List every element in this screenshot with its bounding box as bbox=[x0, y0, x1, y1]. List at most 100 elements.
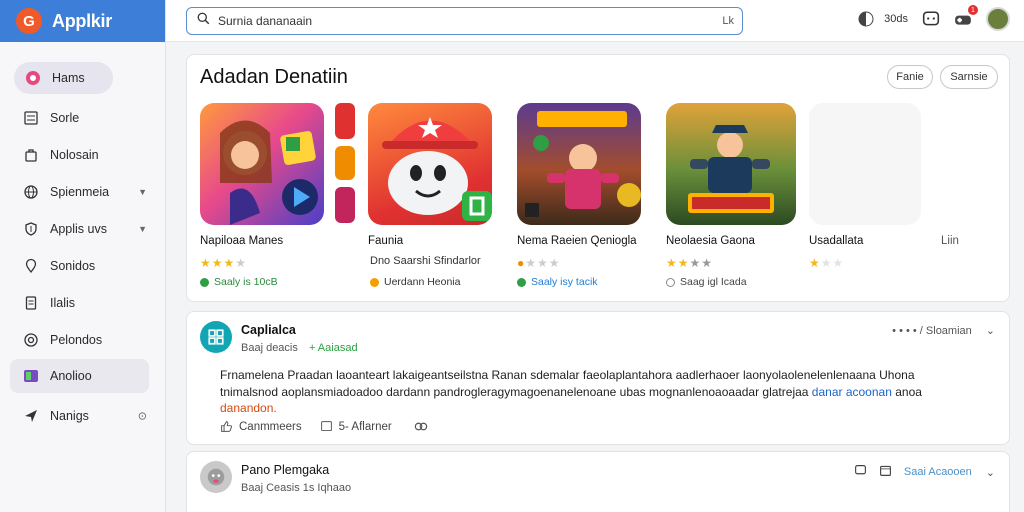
tv-icon bbox=[22, 367, 40, 385]
counter-label: 30ds bbox=[884, 13, 908, 25]
grid-logo-icon bbox=[208, 329, 224, 345]
sidebar-item-pelondos[interactable]: Pelondos bbox=[0, 322, 165, 358]
sort-button[interactable]: Sarnsie bbox=[940, 65, 998, 89]
game-status: Saag igl Icada bbox=[666, 276, 747, 288]
featured-card: Adadan Denatiin Fanie Sarnsie Napiloaa M… bbox=[186, 54, 1010, 302]
sidebar-item-label: Pelondos bbox=[50, 333, 103, 347]
sidebar-item-label: Sonidos bbox=[50, 259, 96, 273]
share-button[interactable]: 5- Aflarner bbox=[320, 420, 392, 433]
sidebar-item-nolosain[interactable]: Nolosain bbox=[0, 137, 165, 173]
game-tile-image bbox=[200, 103, 324, 225]
brand-header[interactable]: G Applkir bbox=[0, 0, 165, 42]
sidebar-item-nanigs[interactable]: Nanigs ⊙ bbox=[0, 398, 165, 434]
post-meta: Baaj Ceasis 1s Iqhaao bbox=[241, 482, 352, 494]
game-title[interactable]: Liin bbox=[941, 235, 959, 247]
sidebar-item-hams[interactable]: Hams bbox=[14, 62, 113, 94]
sidebar-item-label: Spienmeia bbox=[50, 185, 110, 199]
post-actions: Canmmeers 5- Aflarner bbox=[220, 420, 456, 433]
sidebar-item-label: Ilalis bbox=[50, 296, 76, 310]
half-circle-icon bbox=[858, 11, 874, 27]
face-icon bbox=[207, 468, 225, 486]
gamepad-icon bbox=[24, 69, 42, 87]
pin-icon bbox=[22, 257, 40, 275]
game-carousel: Napiloaa Manes ★★★★ Saaly is 10cB Faunia… bbox=[187, 103, 1011, 293]
sidebar-item-ilalis[interactable]: Ilalis bbox=[0, 285, 165, 321]
globe-icon bbox=[22, 183, 40, 201]
rating-stars: ★★★ bbox=[809, 256, 845, 270]
topbar: Lk 30ds 1 bbox=[166, 0, 1024, 42]
comment-box-icon bbox=[320, 421, 332, 432]
sidebar-item-anolioo[interactable]: Anolioo bbox=[10, 359, 149, 393]
chevron-down-icon[interactable]: ▼ bbox=[138, 224, 147, 234]
game-status: Saaly is 10cB bbox=[200, 276, 278, 288]
post-menu[interactable]: • • • • / Sloamian ⌄ bbox=[892, 324, 995, 338]
sidebar-item-label: Anolioo bbox=[50, 369, 92, 383]
post-author[interactable]: Caplialca bbox=[241, 323, 296, 337]
chevron-down-icon[interactable]: ⌄ bbox=[986, 466, 995, 479]
target-icon bbox=[22, 331, 40, 349]
game-title[interactable]: Nema Raeien Qeniogla bbox=[517, 235, 637, 247]
comment-icon[interactable] bbox=[854, 464, 867, 480]
list-icon bbox=[22, 109, 40, 127]
status-button[interactable]: 30ds bbox=[858, 11, 908, 27]
filter-button[interactable]: Fanie bbox=[887, 65, 933, 89]
app-logo: G bbox=[16, 8, 42, 34]
search-input[interactable] bbox=[218, 14, 698, 28]
topbar-actions: 30ds 1 bbox=[844, 5, 1010, 31]
sidebar-item-label: Nolosain bbox=[50, 148, 99, 162]
post-meta: Baaj deacis + Aaiasad bbox=[241, 342, 358, 354]
chevron-down-icon[interactable]: ⌄ bbox=[986, 324, 995, 337]
app-name: Applkir bbox=[52, 10, 112, 31]
post-tag: + Aaiasad bbox=[308, 342, 358, 354]
game-title[interactable]: Napiloaa Manes bbox=[200, 235, 283, 247]
search-icon bbox=[197, 12, 210, 30]
like-button[interactable]: Canmmeers bbox=[220, 420, 302, 433]
bag-icon bbox=[22, 146, 40, 164]
sidebar-item-applis[interactable]: Applis uvs ▼ bbox=[0, 211, 165, 247]
game-status: Saaly isy tacik bbox=[517, 276, 598, 288]
sidebar-item-sonidos[interactable]: Sonidos bbox=[0, 248, 165, 284]
post-card: Pano Plemgaka Baaj Ceasis 1s Iqhaao Saai… bbox=[186, 451, 1010, 512]
rating-stars: ★★★★ bbox=[200, 256, 248, 270]
chevron-down-icon[interactable]: ▼ bbox=[138, 187, 147, 197]
status-dot bbox=[666, 277, 675, 287]
post-menu[interactable]: Saai Acaooen ⌄ bbox=[854, 464, 995, 480]
avatar[interactable] bbox=[200, 321, 232, 353]
thumbs-up-icon bbox=[221, 421, 233, 432]
game-status: Uerdann Heonia bbox=[370, 276, 460, 288]
search-bar[interactable]: Lk bbox=[186, 7, 743, 35]
sidebar-item-label: Nanigs bbox=[50, 409, 89, 423]
shield-icon bbox=[22, 220, 40, 238]
section-title: Adadan Denatiin bbox=[200, 66, 348, 88]
chat-icon bbox=[922, 11, 940, 26]
messages-button[interactable] bbox=[922, 10, 940, 28]
rating-stars: ★★★★ bbox=[666, 256, 714, 270]
game-title[interactable]: Usadallata bbox=[809, 235, 863, 247]
mini-tile bbox=[335, 103, 355, 139]
post-author[interactable]: Pano Plemgaka bbox=[241, 463, 329, 477]
status-dot bbox=[200, 277, 209, 287]
game-mini-strip[interactable] bbox=[335, 103, 355, 225]
status-dot bbox=[370, 277, 379, 287]
document-icon bbox=[22, 294, 40, 312]
notifications-button[interactable]: 1 bbox=[954, 5, 978, 28]
rating-stars: ●★★★ bbox=[517, 256, 561, 270]
calendar-icon[interactable] bbox=[879, 464, 892, 480]
sidebar-nav: Hams Sorle Nolosain Spienmeia ▼ Applis u… bbox=[0, 42, 165, 434]
info-icon[interactable]: ⊙ bbox=[138, 410, 147, 423]
sidebar-item-label: Sorle bbox=[50, 111, 80, 125]
profile-button[interactable] bbox=[986, 7, 1010, 31]
post-card: Caplialca Baaj deacis + Aaiasad • • • • … bbox=[186, 311, 1010, 445]
sidebar-item-label: Hams bbox=[52, 71, 85, 85]
game-title[interactable]: Faunia bbox=[368, 235, 403, 247]
sidebar-item-spienmeia[interactable]: Spienmeia ▼ bbox=[0, 174, 165, 210]
compass-icon bbox=[22, 407, 40, 425]
avatar[interactable] bbox=[200, 461, 232, 493]
notification-badge: 1 bbox=[968, 5, 978, 15]
avatar bbox=[986, 7, 1010, 31]
game-tile-image bbox=[368, 103, 492, 225]
link-button[interactable] bbox=[410, 420, 438, 433]
game-subtitle: Dno Saarshi Sfindarlor bbox=[370, 255, 481, 267]
game-title[interactable]: Neolaesia Gaona bbox=[666, 235, 755, 247]
sidebar-item-sorle[interactable]: Sorle bbox=[0, 100, 165, 136]
